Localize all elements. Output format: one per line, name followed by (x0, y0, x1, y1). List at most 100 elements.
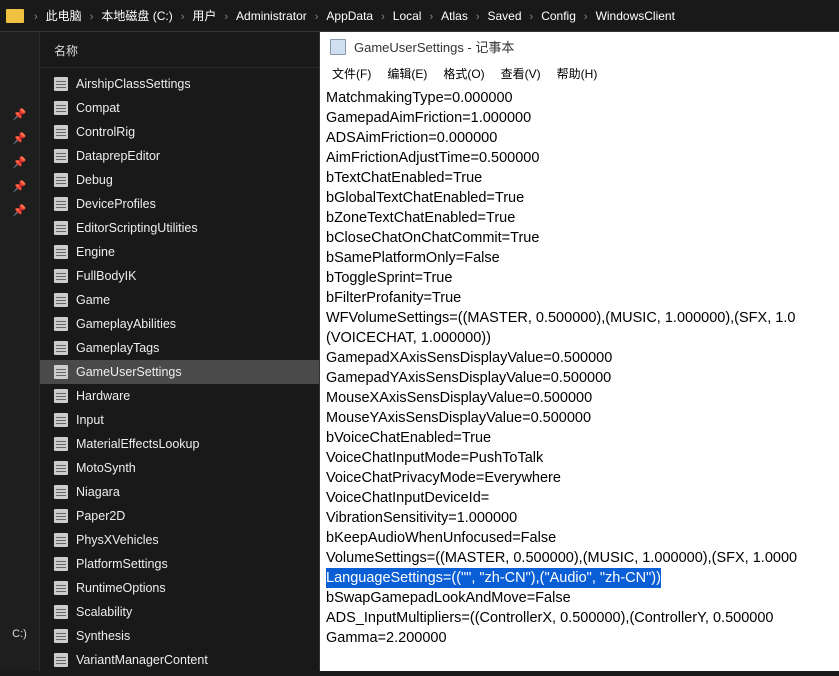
text-line: Gamma=2.200000 (326, 628, 833, 648)
notepad-title-text: GameUserSettings - 记事本 (354, 37, 514, 56)
menu-item[interactable]: 编辑(E) (381, 63, 433, 84)
menu-item[interactable]: 帮助(H) (551, 63, 604, 84)
pin-icon: 📌 (13, 180, 27, 194)
notepad-content[interactable]: MatchmakingType=0.000000GamepadAimFricti… (320, 88, 839, 671)
breadcrumb-item[interactable]: 本地磁盘 (C:) (99, 7, 174, 25)
file-panel: 名称 AirshipClassSettings Compat ControlRig D… (40, 32, 320, 671)
text-line: bCloseChatOnChatCommit=True (326, 228, 833, 248)
file-item[interactable]: Compat (40, 96, 319, 120)
text-line: bGlobalTextChatEnabled=True (326, 188, 833, 208)
file-item[interactable]: Scalability (40, 600, 319, 624)
file-item-label: GameplayAbilities (76, 315, 176, 333)
text-line: bSamePlatformOnly=False (326, 248, 833, 268)
breadcrumb-item[interactable]: 此电脑 (44, 7, 84, 25)
pin-icon: 📌 (13, 204, 27, 218)
file-item-label: Scalability (76, 603, 132, 621)
text-line: MouseYAxisSensDisplayValue=0.500000 (326, 408, 833, 428)
menu-item[interactable]: 查看(V) (495, 63, 547, 84)
text-line: WFVolumeSettings=((MASTER, 0.500000),(MU… (326, 308, 833, 328)
breadcrumb-item[interactable]: 用户 (190, 7, 218, 25)
ini-file-icon (54, 293, 68, 307)
file-list: AirshipClassSettings Compat ControlRig Data… (40, 68, 319, 676)
file-item[interactable]: FullBodyIK (40, 264, 319, 288)
ini-file-icon (54, 341, 68, 355)
file-item[interactable]: PhysXVehicles (40, 528, 319, 552)
file-item-label: Compat (76, 99, 120, 117)
file-item[interactable]: Game (40, 288, 319, 312)
file-item[interactable]: DeviceProfiles (40, 192, 319, 216)
file-item[interactable]: RuntimeOptions (40, 576, 319, 600)
file-item[interactable]: MaterialEffectsLookup (40, 432, 319, 456)
file-item-label: Synthesis (76, 627, 130, 645)
ini-file-icon (54, 605, 68, 619)
breadcrumb-separator: › (578, 11, 594, 23)
file-item[interactable]: DataprepEditor (40, 144, 319, 168)
file-item[interactable]: AirshipClassSettings (40, 72, 319, 96)
file-item[interactable]: Input (40, 408, 319, 432)
column-header-name[interactable]: 名称 (40, 32, 319, 68)
file-item[interactable]: VariantManagerContent (40, 648, 319, 672)
pin-icon: 📌 (13, 132, 27, 146)
ini-file-icon (54, 653, 68, 667)
text-line: bSwapGamepadLookAndMove=False (326, 588, 833, 608)
file-item[interactable]: MotoSynth (40, 456, 319, 480)
file-item-label: Niagara (76, 483, 120, 501)
text-line: VibrationSensitivity=1.000000 (326, 508, 833, 528)
text-line: VoiceChatPrivacyMode=Everywhere (326, 468, 833, 488)
breadcrumb-item[interactable]: Saved (486, 7, 524, 25)
file-item-label: FullBodyIK (76, 267, 136, 285)
breadcrumb-separator: › (28, 11, 44, 23)
file-item-label: RuntimeOptions (76, 579, 166, 597)
file-item-label: GameUserSettings (76, 363, 182, 381)
breadcrumb-item[interactable]: Atlas (439, 7, 470, 25)
text-line: VolumeSettings=((MASTER, 0.500000),(MUSI… (326, 548, 833, 568)
ini-file-icon (54, 101, 68, 115)
file-item[interactable]: EditorScriptingUtilities (40, 216, 319, 240)
file-item[interactable]: Debug (40, 168, 319, 192)
breadcrumb-item[interactable]: Administrator (234, 7, 309, 25)
text-line: bZoneTextChatEnabled=True (326, 208, 833, 228)
file-item-label: DataprepEditor (76, 147, 160, 165)
file-item[interactable]: Niagara (40, 480, 319, 504)
breadcrumb-separator: › (423, 11, 439, 23)
text-line: ADSAimFriction=0.000000 (326, 128, 833, 148)
file-item[interactable]: PlatformSettings (40, 552, 319, 576)
breadcrumb-item[interactable]: WindowsClient (594, 7, 677, 25)
file-item[interactable]: ControlRig (40, 120, 319, 144)
file-item[interactable]: GameplayTags (40, 336, 319, 360)
file-item-label: Debug (76, 171, 113, 189)
text-line: bKeepAudioWhenUnfocused=False (326, 528, 833, 548)
breadcrumb-separator: › (175, 11, 191, 23)
ini-file-icon (54, 557, 68, 571)
menu-item[interactable]: 文件(F) (326, 63, 377, 84)
ini-file-icon (54, 197, 68, 211)
breadcrumb-item[interactable]: AppData (324, 7, 375, 25)
breadcrumb-separator: › (84, 11, 100, 23)
file-item[interactable]: Hardware (40, 384, 319, 408)
file-item-label: VariantManagerContent (76, 651, 208, 669)
file-item[interactable]: Engine (40, 240, 319, 264)
breadcrumb[interactable]: ›此电脑›本地磁盘 (C:)›用户›Administrator›AppData›… (0, 0, 839, 32)
text-line: VoiceChatInputMode=PushToTalk (326, 448, 833, 468)
notepad-window: GameUserSettings - 记事本 文件(F)编辑(E)格式(O)查看… (320, 32, 839, 671)
breadcrumb-item[interactable]: Config (539, 7, 578, 25)
ini-file-icon (54, 365, 68, 379)
ini-file-icon (54, 389, 68, 403)
file-item-label: DeviceProfiles (76, 195, 156, 213)
breadcrumb-item[interactable]: Local (391, 7, 424, 25)
ini-file-icon (54, 173, 68, 187)
pin-icon: 📌 (13, 108, 27, 122)
text-line: LanguageSettings=(("", "zh-CN"),("Audio"… (326, 568, 833, 588)
menu-item[interactable]: 格式(O) (437, 63, 490, 84)
file-item[interactable]: GameUserSettings (40, 360, 319, 384)
file-item[interactable]: Synthesis (40, 624, 319, 648)
file-item-label: PhysXVehicles (76, 531, 159, 549)
file-item-label: Input (76, 411, 104, 429)
file-item[interactable]: Paper2D (40, 504, 319, 528)
pin-gutter: 📌 📌 📌 📌 📌 C:) (0, 32, 40, 671)
text-line: bFilterProfanity=True (326, 288, 833, 308)
drive-label[interactable]: C:) (0, 628, 39, 642)
file-item-label: MotoSynth (76, 459, 136, 477)
file-item[interactable]: GameplayAbilities (40, 312, 319, 336)
ini-file-icon (54, 461, 68, 475)
